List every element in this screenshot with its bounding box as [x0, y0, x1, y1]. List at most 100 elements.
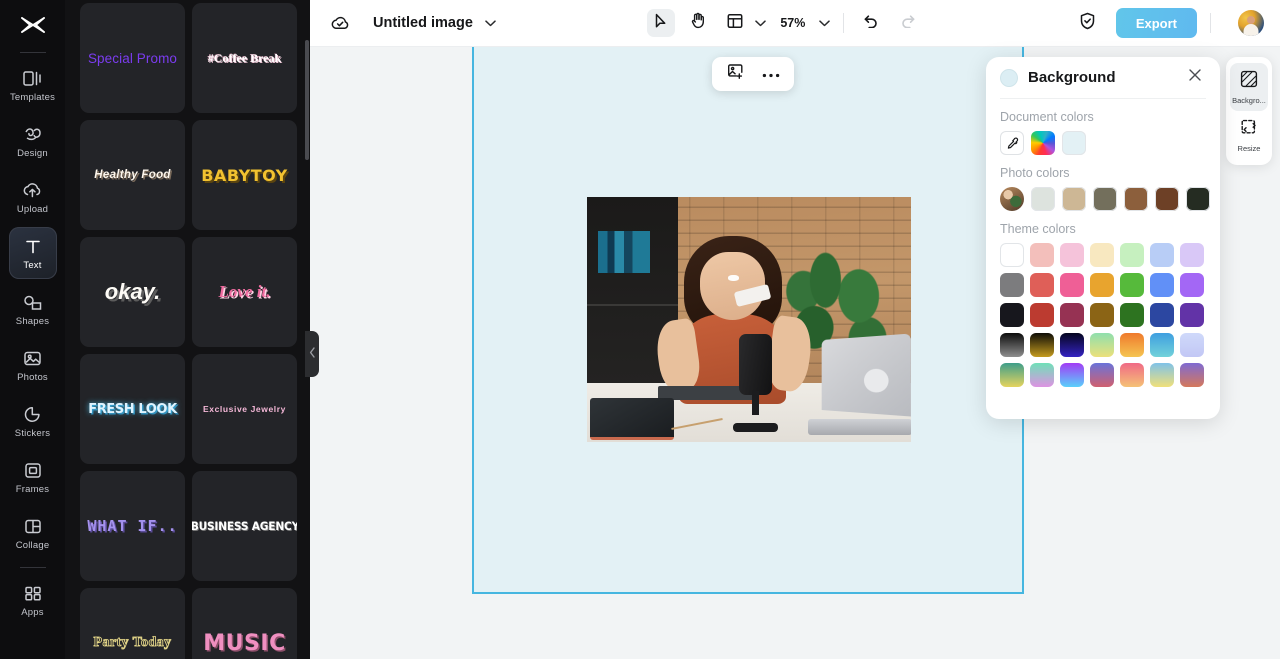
theme-color-swatch[interactable]	[1150, 303, 1174, 327]
theme-color-swatch[interactable]	[1060, 303, 1084, 327]
app-logo-icon[interactable]	[11, 8, 55, 42]
template-card[interactable]: MUSIC	[192, 588, 297, 659]
more-options-button[interactable]	[757, 60, 785, 88]
theme-color-swatch[interactable]	[1030, 273, 1054, 297]
template-card[interactable]: Love it.	[192, 237, 297, 347]
photo-thumbnail-swatch[interactable]	[1000, 187, 1024, 211]
theme-color-swatch[interactable]	[1000, 273, 1024, 297]
theme-color-swatch[interactable]	[1150, 333, 1174, 357]
photo-color-swatch[interactable]	[1155, 187, 1179, 211]
sidebar-label: Shapes	[15, 315, 50, 327]
hand-tool-button[interactable]	[684, 9, 712, 37]
theme-color-swatch[interactable]	[1060, 273, 1084, 297]
document-title[interactable]: Untitled image	[373, 15, 473, 31]
document-color-swatch[interactable]	[1062, 131, 1086, 155]
shield-check-button[interactable]	[1074, 9, 1102, 37]
theme-color-swatch[interactable]	[1090, 363, 1114, 387]
theme-colors-label: Theme colors	[1000, 222, 1076, 236]
theme-color-swatch[interactable]	[1150, 363, 1174, 387]
sidebar-item-upload[interactable]: Upload	[9, 171, 57, 223]
background-panel: Background Document colors Photo colors …	[986, 57, 1220, 419]
photo-color-swatch[interactable]	[1124, 187, 1148, 211]
theme-color-swatch[interactable]	[1060, 363, 1084, 387]
layout-tool-button[interactable]	[721, 9, 749, 37]
canvas-photo[interactable]	[587, 197, 911, 442]
template-card[interactable]: WHAT IF..	[80, 471, 185, 581]
artboard[interactable]	[472, 45, 1024, 594]
theme-color-swatch[interactable]	[1180, 333, 1204, 357]
color-picker-swatch[interactable]	[1031, 131, 1055, 155]
theme-color-swatch[interactable]	[1120, 333, 1144, 357]
template-card[interactable]: Healthy Food	[80, 120, 185, 230]
theme-color-swatch[interactable]	[1150, 273, 1174, 297]
theme-color-swatch[interactable]	[1090, 273, 1114, 297]
template-card[interactable]: BUSINESS AGENCY	[192, 471, 297, 581]
photo-color-swatch[interactable]	[1093, 187, 1117, 211]
theme-color-swatch[interactable]	[1030, 303, 1054, 327]
template-card[interactable]: #Coffee Break	[192, 3, 297, 113]
photo-mic-foot	[732, 423, 779, 433]
sidebar-item-templates[interactable]: Templates	[9, 59, 57, 111]
title-dropdown-chevron-down-icon[interactable]	[485, 19, 496, 27]
background-icon	[1240, 70, 1258, 93]
zoom-chevron-down-icon[interactable]	[819, 19, 831, 27]
photo-color-swatch[interactable]	[1031, 187, 1055, 211]
theme-color-swatch[interactable]	[1150, 243, 1174, 267]
template-card-label: BUSINESS AGENCY	[192, 519, 297, 533]
theme-color-swatch[interactable]	[1090, 333, 1114, 357]
dock-item-background[interactable]: Backgro...	[1230, 63, 1268, 111]
dock-item-resize[interactable]: Resize	[1230, 111, 1268, 159]
template-card-label: Love it.	[218, 282, 271, 301]
theme-color-swatch[interactable]	[1120, 303, 1144, 327]
theme-color-swatch[interactable]	[1060, 333, 1084, 357]
theme-color-swatch[interactable]	[1030, 333, 1054, 357]
theme-color-swatch[interactable]	[1000, 333, 1024, 357]
theme-color-swatch[interactable]	[1060, 243, 1084, 267]
template-card[interactable]: BABYTOY	[192, 120, 297, 230]
theme-color-swatch[interactable]	[1000, 243, 1024, 267]
templates-scrollbar[interactable]	[305, 40, 309, 160]
sidebar-item-text[interactable]: Text	[8, 227, 57, 279]
theme-color-swatch[interactable]	[1180, 303, 1204, 327]
theme-color-swatch[interactable]	[1180, 273, 1204, 297]
theme-color-swatch[interactable]	[1180, 363, 1204, 387]
sidebar-item-stickers[interactable]: Stickers	[9, 395, 57, 447]
add-image-button[interactable]	[721, 60, 749, 88]
theme-color-swatch[interactable]	[1000, 363, 1024, 387]
select-tool-button[interactable]	[647, 9, 676, 37]
template-card[interactable]: Party Today	[80, 588, 185, 659]
sidebar-item-design[interactable]: Design	[9, 115, 57, 167]
photo-color-swatch[interactable]	[1186, 187, 1210, 211]
sidebar-item-apps[interactable]: Apps	[9, 574, 57, 626]
theme-color-swatch[interactable]	[1120, 363, 1144, 387]
sidebar-item-collage[interactable]: Collage	[9, 507, 57, 559]
panel-collapse-handle[interactable]	[305, 331, 319, 377]
theme-color-swatch[interactable]	[1090, 303, 1114, 327]
redo-button[interactable]	[894, 9, 922, 37]
theme-color-swatch[interactable]	[1090, 243, 1114, 267]
template-card[interactable]: okay.	[80, 237, 185, 347]
current-background-swatch[interactable]	[1000, 68, 1018, 87]
close-panel-button[interactable]	[1184, 67, 1206, 89]
sidebar-item-shapes[interactable]: Shapes	[9, 283, 57, 335]
sidebar-item-frames[interactable]: Frames	[9, 451, 57, 503]
user-avatar[interactable]	[1237, 10, 1264, 36]
photo-color-swatch[interactable]	[1062, 187, 1086, 211]
theme-color-swatch[interactable]	[1030, 363, 1054, 387]
sidebar-item-photos[interactable]: Photos	[9, 339, 57, 391]
template-card[interactable]: FRESH LOOK	[80, 354, 185, 464]
theme-color-swatch[interactable]	[1120, 243, 1144, 267]
eyedropper-swatch[interactable]	[1000, 131, 1024, 155]
zoom-level-value[interactable]: 57%	[780, 16, 805, 30]
theme-color-swatch[interactable]	[1120, 273, 1144, 297]
theme-color-swatch[interactable]	[1030, 243, 1054, 267]
layout-chevron-down-icon[interactable]	[755, 19, 767, 27]
template-card[interactable]: Special Promo	[80, 3, 185, 113]
theme-color-swatch[interactable]	[1000, 303, 1024, 327]
theme-color-swatch[interactable]	[1180, 243, 1204, 267]
export-button[interactable]: Export	[1115, 8, 1197, 38]
background-panel-title: Background	[1028, 69, 1116, 86]
undo-button[interactable]	[857, 9, 885, 37]
cloud-saved-icon[interactable]	[330, 15, 351, 31]
template-card[interactable]: Exclusive Jewelry	[192, 354, 297, 464]
